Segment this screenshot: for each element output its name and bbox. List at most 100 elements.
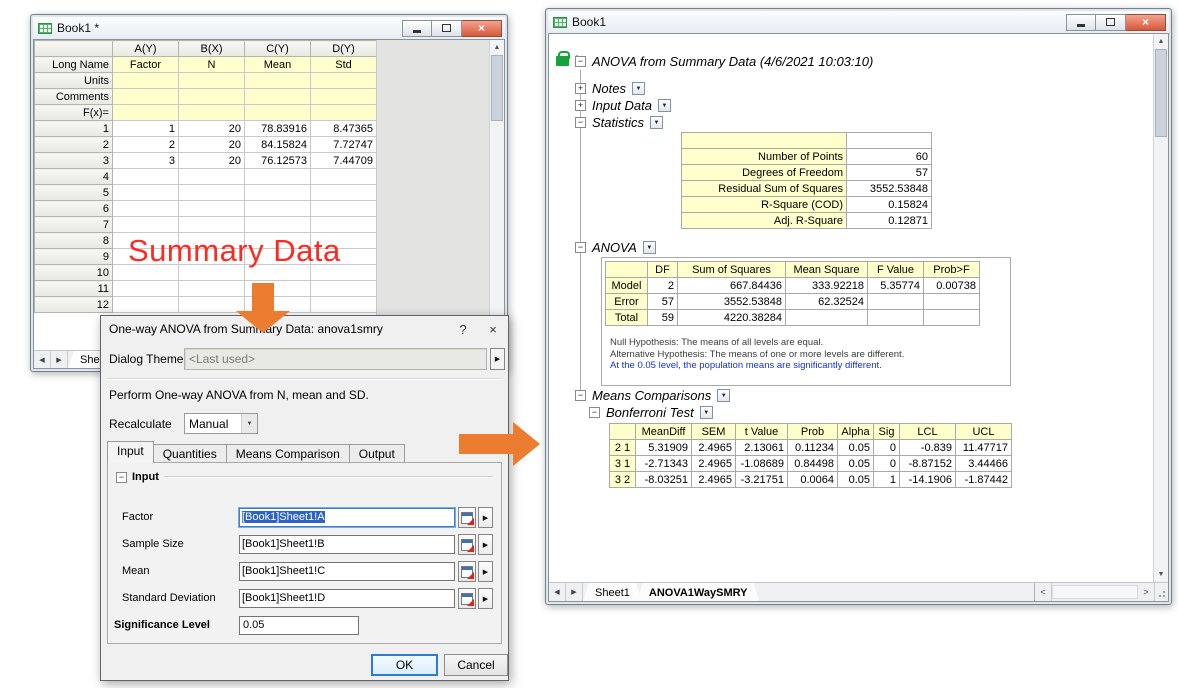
hscrollbar-track[interactable] <box>1052 585 1138 599</box>
minimize-button[interactable] <box>402 20 432 37</box>
worksheet-cell[interactable] <box>179 89 245 105</box>
worksheet-cell[interactable] <box>311 201 377 217</box>
worksheet-cell[interactable]: 84.15824 <box>245 137 311 153</box>
minimize-button[interactable] <box>1066 14 1096 31</box>
dialog-titlebar[interactable]: One-way ANOVA from Summary Data: anova1s… <box>101 316 508 342</box>
hscroll-right-icon[interactable]: > <box>1138 583 1155 601</box>
row-header[interactable]: 2 <box>35 137 113 153</box>
scroll-up-icon[interactable]: ▲ <box>1154 34 1168 49</box>
worksheet-cell[interactable]: Mean <box>245 57 311 73</box>
row-header[interactable]: 12 <box>35 297 113 313</box>
collapse-icon[interactable]: − <box>575 390 586 401</box>
node-dropdown-button[interactable]: ▼ <box>700 406 713 419</box>
range-selector-button[interactable] <box>458 561 476 582</box>
collapse-icon[interactable]: − <box>575 242 586 253</box>
resize-grip-icon[interactable] <box>1155 583 1168 601</box>
scrollbar-track[interactable] <box>1154 137 1168 567</box>
worksheet-cell[interactable] <box>311 105 377 121</box>
worksheet-cell[interactable] <box>113 297 179 313</box>
field-flyout-button[interactable]: ▶ <box>478 534 493 555</box>
worksheet-cell[interactable] <box>113 89 179 105</box>
field-flyout-button[interactable]: ▶ <box>478 588 493 609</box>
worksheet-cell[interactable] <box>179 201 245 217</box>
worksheet-cell[interactable] <box>311 73 377 89</box>
tab-scroll-right-icon[interactable]: ▶ <box>566 583 583 601</box>
worksheet-cell[interactable]: Factor <box>113 57 179 73</box>
row-header[interactable]: 9 <box>35 249 113 265</box>
worksheet-cell[interactable] <box>113 169 179 185</box>
scrollbar-thumb[interactable] <box>491 55 503 121</box>
worksheet-cell[interactable] <box>113 281 179 297</box>
restore-button[interactable] <box>432 20 462 37</box>
dialog-tab-means-comparison[interactable]: Means Comparison <box>226 444 350 463</box>
row-header[interactable]: 1 <box>35 121 113 137</box>
worksheet-cell[interactable] <box>113 185 179 201</box>
range-selector-button[interactable] <box>458 507 476 528</box>
column-header[interactable]: A(Y) <box>113 41 179 57</box>
worksheet-cell[interactable]: 7.44709 <box>311 153 377 169</box>
theme-flyout-button[interactable]: ▶ <box>490 348 505 370</box>
row-header[interactable]: Long Name <box>35 57 113 73</box>
range-selector-button[interactable] <box>458 588 476 609</box>
worksheet-cell[interactable] <box>245 169 311 185</box>
worksheet-titlebar[interactable]: Book1 * × <box>33 17 505 39</box>
worksheet-cell[interactable] <box>179 105 245 121</box>
field-input[interactable]: [Book1]Sheet1!D <box>239 589 455 608</box>
report-titlebar[interactable]: Book1 × <box>548 11 1169 33</box>
node-dropdown-button[interactable]: ▼ <box>650 116 663 129</box>
row-header[interactable]: 11 <box>35 281 113 297</box>
significance-input[interactable]: 0.05 <box>239 616 359 635</box>
worksheet-cell[interactable] <box>311 297 377 313</box>
worksheet-cell[interactable] <box>245 201 311 217</box>
worksheet-cell[interactable] <box>113 201 179 217</box>
dialog-close-button[interactable]: × <box>478 316 508 342</box>
expand-icon[interactable]: + <box>575 83 586 94</box>
worksheet-corner-cell[interactable] <box>35 41 113 57</box>
field-input[interactable]: [Book1]Sheet1!A <box>239 508 455 527</box>
worksheet-cell[interactable] <box>311 89 377 105</box>
node-dropdown-button[interactable]: ▼ <box>632 82 645 95</box>
close-button[interactable]: × <box>462 20 502 37</box>
worksheet-cell[interactable] <box>179 185 245 201</box>
collapse-icon[interactable]: − <box>575 117 586 128</box>
worksheet-cell[interactable] <box>179 169 245 185</box>
row-header[interactable]: 10 <box>35 265 113 281</box>
range-selector-button[interactable] <box>458 534 476 555</box>
row-header[interactable]: F(x)= <box>35 105 113 121</box>
recalculate-dropdown[interactable]: Manual ▼ <box>184 413 258 434</box>
ok-button[interactable]: OK <box>371 654 438 676</box>
worksheet-cell[interactable] <box>179 217 245 233</box>
worksheet-cell[interactable] <box>113 73 179 89</box>
worksheet-cell[interactable]: 3 <box>113 153 179 169</box>
tab-scroll-left-icon[interactable]: ◀ <box>34 351 51 368</box>
report-vscrollbar[interactable]: ▲ ▼ <box>1153 34 1168 582</box>
lock-icon[interactable] <box>556 56 569 66</box>
column-header[interactable]: D(Y) <box>311 41 377 57</box>
scrollbar-thumb[interactable] <box>1155 49 1167 137</box>
worksheet-cell[interactable]: 2 <box>113 137 179 153</box>
scroll-up-icon[interactable]: ▲ <box>490 40 504 55</box>
column-header[interactable]: B(X) <box>179 41 245 57</box>
worksheet-cell[interactable]: 20 <box>179 153 245 169</box>
node-dropdown-button[interactable]: ▼ <box>643 241 656 254</box>
tab-scroll-right-icon[interactable]: ▶ <box>51 351 68 368</box>
worksheet-cell[interactable] <box>113 217 179 233</box>
expand-icon[interactable]: + <box>575 100 586 111</box>
dialog-theme-input[interactable]: <Last used> <box>184 348 487 370</box>
sheet-tab-sheet1[interactable]: Sheet1 <box>583 583 642 601</box>
node-dropdown-button[interactable]: ▼ <box>717 389 730 402</box>
worksheet-cell[interactable] <box>311 185 377 201</box>
row-header[interactable]: 8 <box>35 233 113 249</box>
worksheet-grid[interactable]: A(Y)B(X)C(Y)D(Y)Long NameFactorNMeanStdU… <box>34 40 377 313</box>
row-header[interactable]: Comments <box>35 89 113 105</box>
worksheet-cell[interactable] <box>311 217 377 233</box>
row-header[interactable]: 6 <box>35 201 113 217</box>
row-header[interactable]: 5 <box>35 185 113 201</box>
worksheet-cell[interactable] <box>113 105 179 121</box>
worksheet-cell[interactable] <box>245 105 311 121</box>
dialog-tab-quantities[interactable]: Quantities <box>153 444 227 463</box>
field-flyout-button[interactable]: ▶ <box>478 561 493 582</box>
collapse-icon[interactable]: − <box>589 407 600 418</box>
worksheet-cell[interactable] <box>245 73 311 89</box>
help-button[interactable]: ? <box>448 316 478 342</box>
